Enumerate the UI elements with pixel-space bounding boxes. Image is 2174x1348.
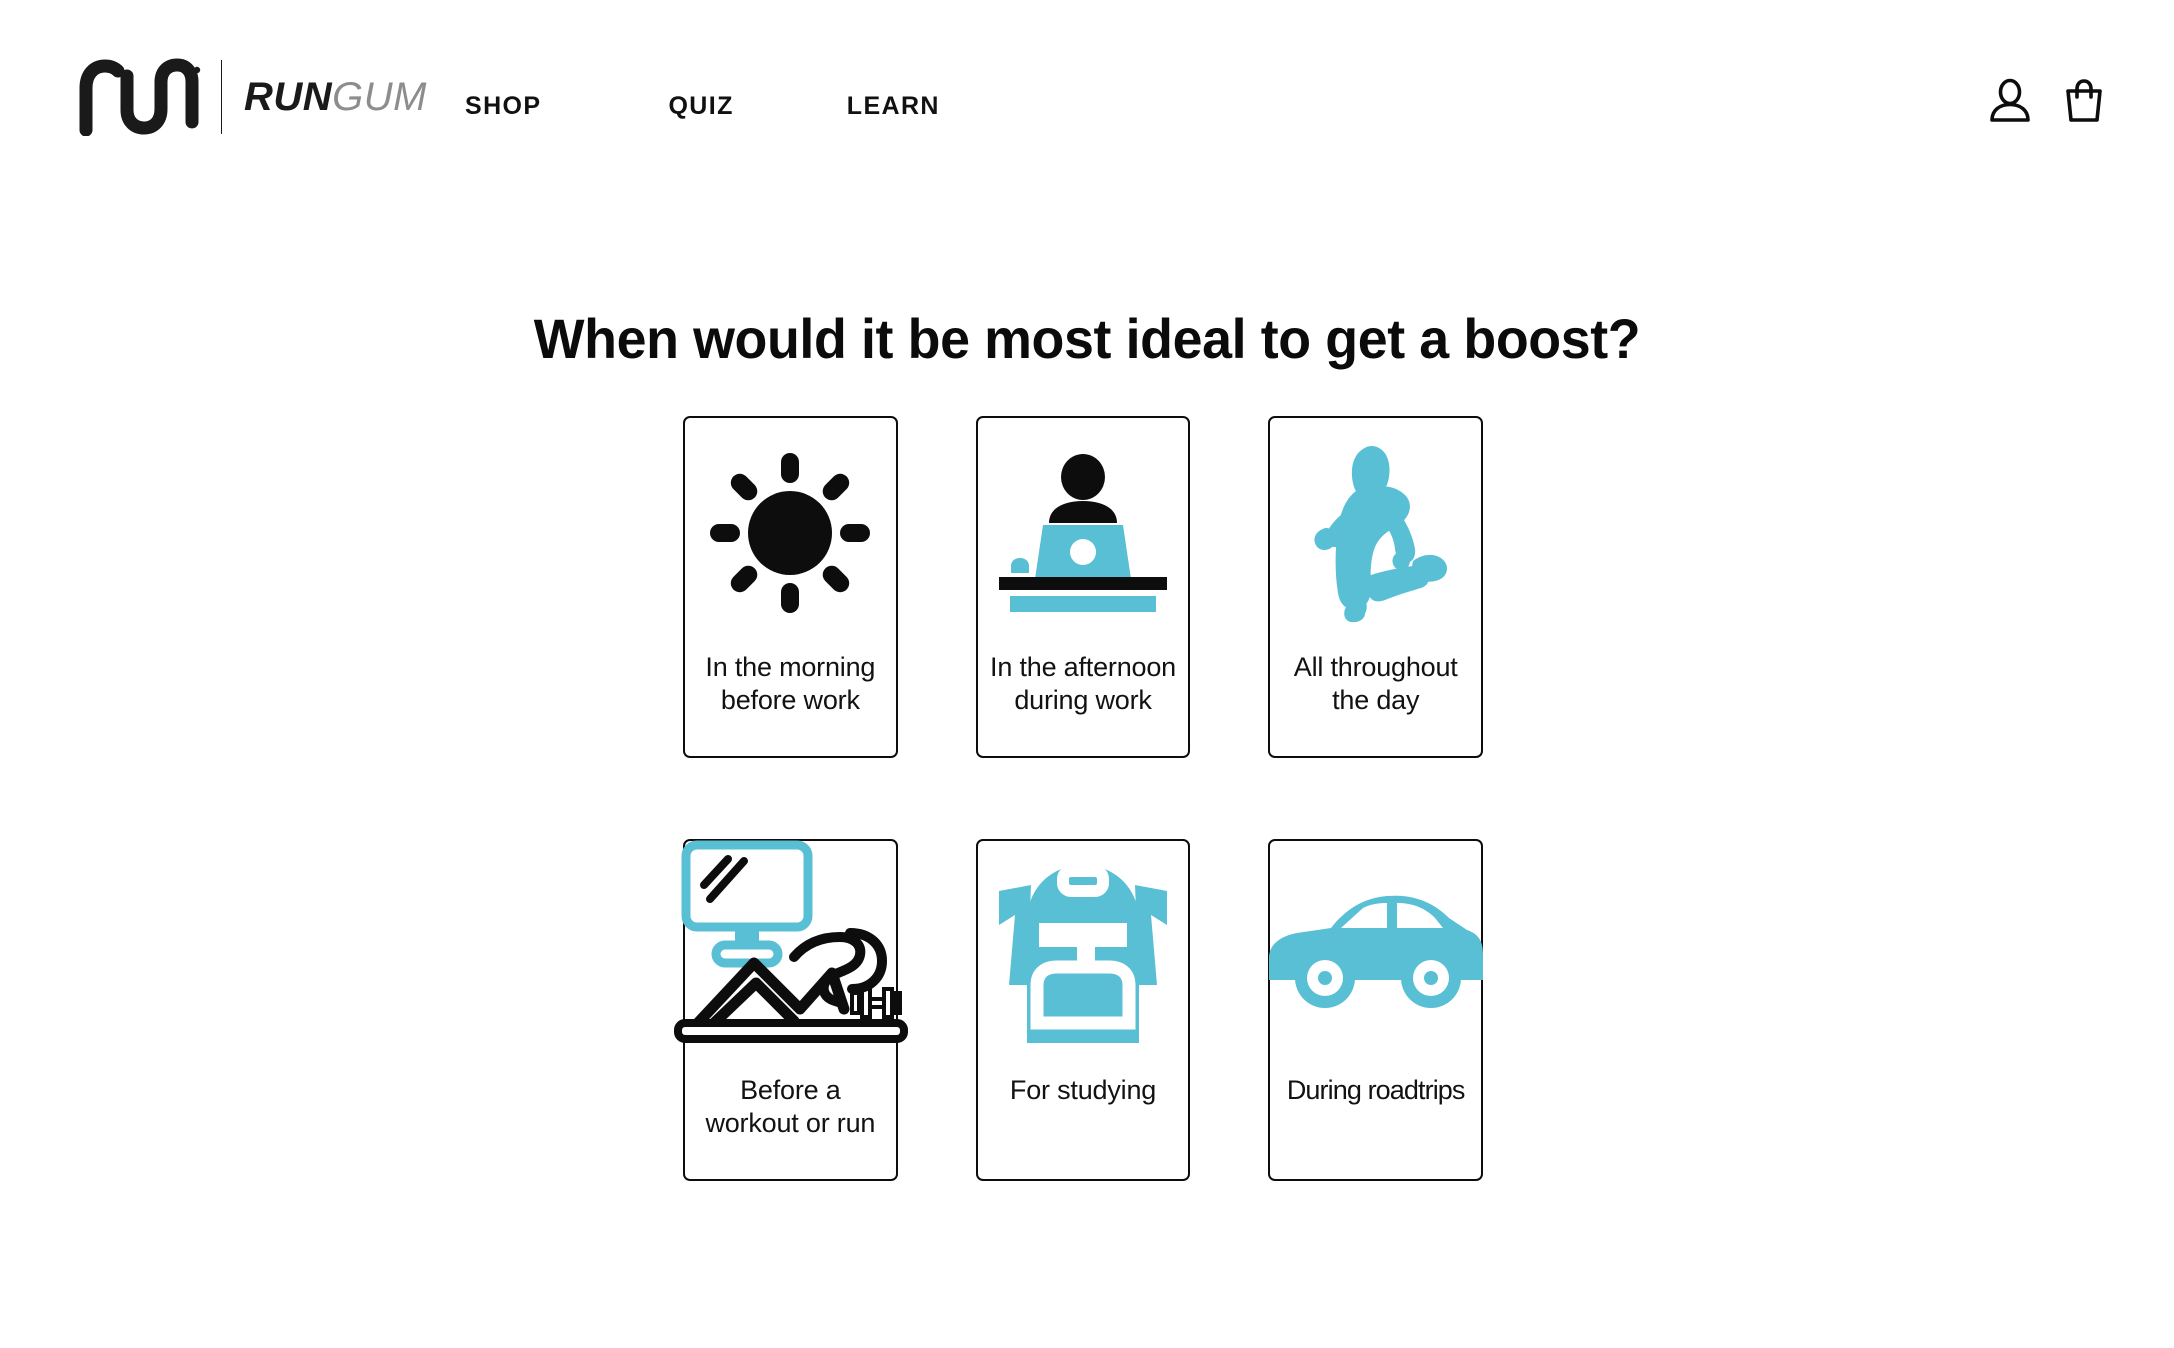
page-title: When would it be most ideal to get a boo… [533, 306, 1641, 370]
option-row-2: Before a workout or run For studying Dur… [674, 839, 1484, 1181]
option-label-workout: Before a workout or run [705, 1075, 876, 1138]
backpack-icon [993, 863, 1173, 1049]
cart-icon[interactable] [2062, 78, 2106, 124]
option-row-1: In the morning before work In the aftern… [683, 416, 1484, 758]
nav-item-learn[interactable]: LEARN [847, 86, 940, 127]
site-header: RUNGUM SHOP QUIZ LEARN [0, 0, 2174, 190]
header-utility-icons [1988, 78, 2106, 124]
option-label-roadtrips: During roadtrips [1286, 1075, 1466, 1105]
option-icon-wrap [674, 839, 909, 1049]
option-icon-wrap [1270, 418, 1481, 648]
option-label-afternoon: In the afternoon during work [990, 652, 1176, 715]
option-icon-wrap [978, 841, 1189, 1071]
option-label-morning: In the morning before work [705, 652, 876, 715]
option-icon-wrap [1268, 859, 1483, 1039]
option-card-all-day[interactable]: All throughout the day [1268, 416, 1484, 758]
logo-wordmark: RUNGUM [244, 77, 427, 117]
option-label-studying: For studying [1009, 1075, 1157, 1105]
option-card-studying[interactable]: For studying [975, 839, 1191, 1181]
run-gum-logomark-icon [78, 58, 203, 136]
nav-item-quiz[interactable]: QUIZ [668, 86, 733, 127]
option-card-workout[interactable]: Before a workout or run [674, 839, 909, 1181]
option-icon-wrap [685, 418, 896, 648]
option-card-morning[interactable]: In the morning before work [683, 416, 898, 758]
car-icon [1267, 884, 1485, 1014]
gym-bench-monitor-icon [674, 840, 909, 1047]
logo-word-run: RUN [244, 75, 333, 119]
quiz-option-grid: In the morning before work In the aftern… [674, 416, 1484, 1181]
runner-icon [1301, 443, 1451, 623]
logo-divider [221, 60, 222, 134]
site-logo[interactable]: RUNGUM [78, 58, 427, 136]
option-label-all-day: All throughout the day [1293, 652, 1458, 715]
main-navigation: SHOP QUIZ LEARN [465, 86, 940, 127]
person-at-laptop-icon [997, 453, 1169, 613]
nav-item-shop[interactable]: SHOP [465, 86, 541, 127]
option-icon-wrap [978, 418, 1189, 648]
account-icon[interactable] [1988, 78, 2032, 124]
sun-icon [710, 453, 871, 613]
option-card-roadtrips[interactable]: During roadtrips [1268, 839, 1484, 1181]
logo-word-gum: GUM [332, 75, 427, 119]
option-card-afternoon[interactable]: In the afternoon during work [975, 416, 1191, 758]
